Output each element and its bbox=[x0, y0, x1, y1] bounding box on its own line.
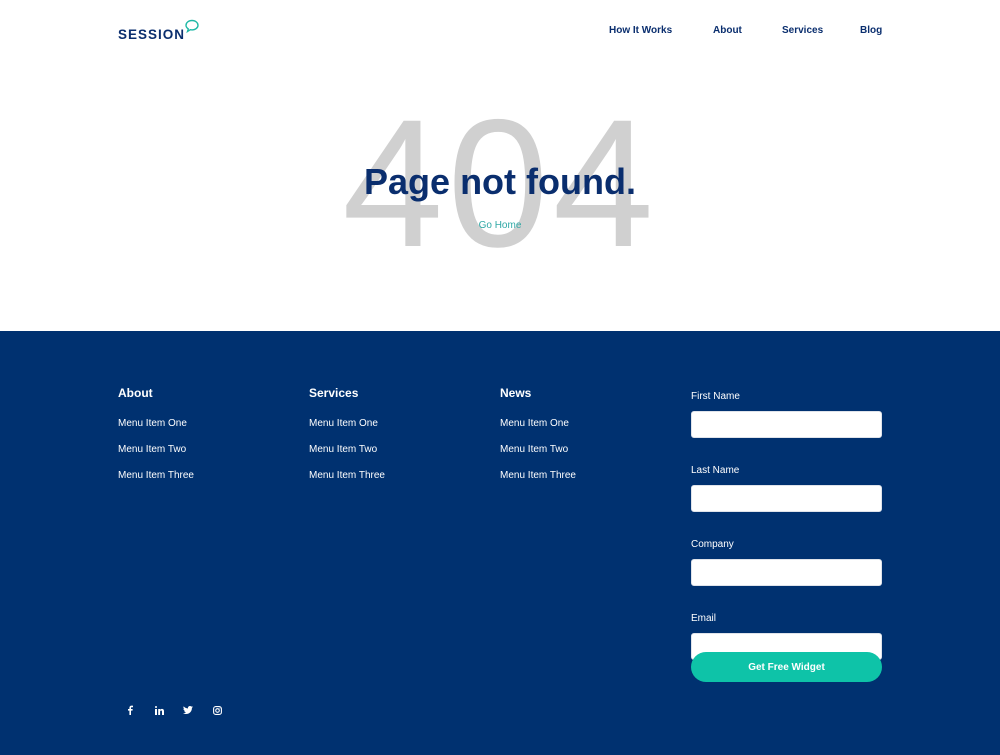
footer-menu-item[interactable]: Menu Item One bbox=[500, 418, 576, 430]
footer-menu-item[interactable]: Menu Item One bbox=[118, 418, 194, 430]
first-name-field[interactable] bbox=[691, 411, 882, 438]
footer-menu-item[interactable]: Menu Item Three bbox=[309, 470, 385, 482]
main-nav: How It Works About Services Blog bbox=[0, 25, 1000, 39]
footer-column-about: About Menu Item One Menu Item Two Menu I… bbox=[118, 386, 194, 496]
linkedin-icon[interactable] bbox=[147, 703, 171, 717]
company-label: Company bbox=[691, 539, 734, 550]
first-name-label: First Name bbox=[691, 391, 740, 402]
nav-about[interactable]: About bbox=[713, 25, 742, 36]
page: SESSION How It Works About Services Blog… bbox=[0, 0, 1000, 755]
footer-menu-item[interactable]: Menu Item Three bbox=[500, 470, 576, 482]
footer-menu-item[interactable]: Menu Item Three bbox=[118, 470, 194, 482]
site-footer: About Menu Item One Menu Item Two Menu I… bbox=[0, 331, 1000, 755]
footer-column-services: Services Menu Item One Menu Item Two Men… bbox=[309, 386, 385, 496]
nav-how-it-works[interactable]: How It Works bbox=[609, 25, 672, 36]
facebook-icon[interactable] bbox=[118, 703, 142, 717]
nav-blog[interactable]: Blog bbox=[860, 25, 882, 36]
footer-column-news: News Menu Item One Menu Item Two Menu It… bbox=[500, 386, 576, 496]
last-name-field[interactable] bbox=[691, 485, 882, 512]
last-name-label: Last Name bbox=[691, 465, 740, 476]
nav-services[interactable]: Services bbox=[782, 25, 823, 36]
instagram-icon[interactable] bbox=[205, 703, 229, 717]
footer-column-title: News bbox=[500, 386, 532, 400]
footer-menu-item[interactable]: Menu Item Two bbox=[118, 444, 194, 456]
footer-column-title: About bbox=[118, 386, 153, 400]
footer-menu-item[interactable]: Menu Item Two bbox=[309, 444, 385, 456]
footer-menu-item[interactable]: Menu Item Two bbox=[500, 444, 576, 456]
go-home-link[interactable]: Go Home bbox=[0, 220, 1000, 231]
social-links bbox=[118, 703, 234, 717]
widget-signup-form: First Name Last Name Company Email bbox=[691, 391, 882, 687]
page-title: Page not found. bbox=[364, 161, 636, 202]
company-field[interactable] bbox=[691, 559, 882, 586]
not-found-hero: 404 Page not found. Go Home bbox=[0, 62, 1000, 331]
email-label: Email bbox=[691, 613, 717, 624]
twitter-icon[interactable] bbox=[176, 703, 200, 717]
footer-menu-item[interactable]: Menu Item One bbox=[309, 418, 385, 430]
get-free-widget-button[interactable]: Get Free Widget bbox=[691, 652, 882, 682]
site-header: SESSION How It Works About Services Blog bbox=[0, 0, 1000, 62]
footer-column-title: Services bbox=[309, 386, 359, 400]
